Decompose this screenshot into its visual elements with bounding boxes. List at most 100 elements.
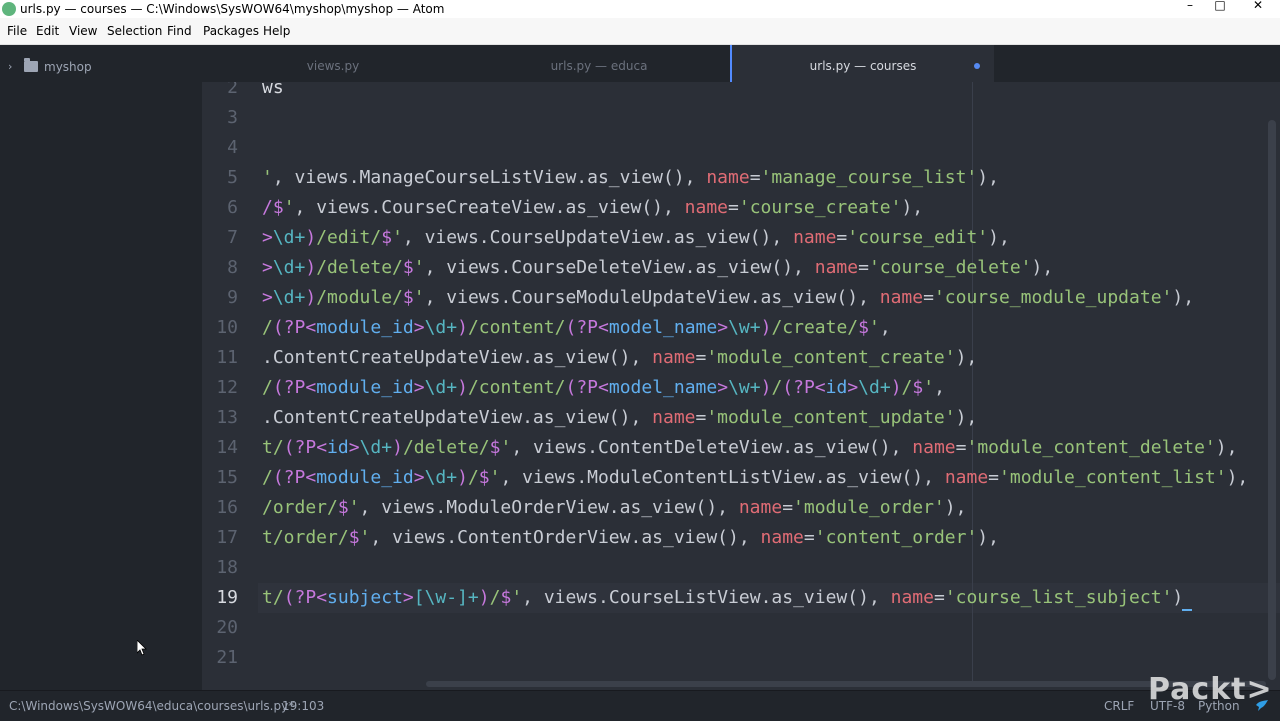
code-token: = bbox=[695, 347, 707, 368]
minimize-icon[interactable]: – bbox=[1177, 0, 1203, 11]
code-token: ), bbox=[901, 197, 924, 218]
tab-urls-py-courses[interactable]: urls.py — courses bbox=[730, 45, 994, 82]
code-token: , views.CourseUpdateView.as_view(), bbox=[402, 227, 794, 248]
code-token: , views.ManageCourseListView.as_view(), bbox=[272, 167, 707, 188]
menu-packages[interactable]: Packages bbox=[203, 24, 259, 38]
file-path[interactable]: C:\Windows\SysWOW64\educa\courses\urls.p… bbox=[9, 699, 294, 713]
menu-file[interactable]: File bbox=[7, 24, 27, 38]
code-token: ' bbox=[262, 167, 273, 188]
vertical-scrollbar[interactable] bbox=[1268, 120, 1276, 680]
code-token: ' bbox=[500, 437, 512, 458]
line-number: 16 bbox=[216, 497, 238, 518]
code-line[interactable]: ', views.ManageCourseListView.as_view(),… bbox=[262, 167, 999, 188]
tab-urls-py-educa[interactable]: urls.py — educa bbox=[468, 45, 730, 82]
code-token: 'course_list_subject' bbox=[944, 587, 1173, 608]
modified-indicator-icon[interactable] bbox=[974, 63, 980, 69]
code-token: \d+ bbox=[359, 437, 393, 458]
tab-label: views.py bbox=[306, 59, 360, 73]
line-number: 7 bbox=[227, 227, 238, 248]
code-token: $ bbox=[348, 527, 360, 548]
menu-edit[interactable]: Edit bbox=[36, 24, 59, 38]
chevron-right-icon[interactable]: › bbox=[8, 59, 18, 75]
code-token: module_id bbox=[316, 467, 414, 488]
code-line[interactable]: /$', views.CourseCreateView.as_view(), n… bbox=[262, 197, 923, 218]
code-token: [\w-]+ bbox=[413, 587, 479, 608]
maximize-icon[interactable]: □ bbox=[1207, 0, 1233, 11]
code-line[interactable]: t/(?P<id>\d+)/delete/$', views.ContentDe… bbox=[262, 437, 1237, 458]
code-line[interactable]: t/(?P<subject>[\w-]+)/$', views.CourseLi… bbox=[262, 587, 1183, 608]
code-token: (?P< bbox=[565, 317, 609, 338]
code-token: model_name bbox=[608, 317, 718, 338]
code-token: name bbox=[652, 347, 696, 368]
code-token: $ bbox=[858, 317, 869, 338]
code-line[interactable]: >\d+)/edit/$', views.CourseUpdateView.as… bbox=[262, 227, 1010, 248]
code-token: .ContentCreateUpdateView.as_view(), bbox=[262, 407, 653, 428]
code-token: ) bbox=[457, 467, 468, 488]
code-token: / bbox=[262, 467, 273, 488]
code-line[interactable]: /(?P<module_id>\d+)/content/(?P<model_na… bbox=[262, 377, 945, 398]
close-icon[interactable]: ✕ bbox=[1236, 0, 1280, 11]
code-token: , views.ModuleOrderView.as_view(), bbox=[359, 497, 739, 518]
line-ending-selector[interactable]: CRLF bbox=[1104, 699, 1134, 713]
menu-view[interactable]: View bbox=[69, 24, 97, 38]
code-line[interactable]: /order/$', views.ModuleOrderView.as_view… bbox=[262, 497, 966, 518]
line-number: 8 bbox=[227, 257, 238, 278]
code-token: ), bbox=[1226, 467, 1249, 488]
tab-views-py[interactable]: views.py bbox=[202, 45, 464, 82]
code-token: / bbox=[489, 587, 501, 608]
code-token: > bbox=[348, 437, 360, 458]
code-token: subject bbox=[327, 587, 403, 608]
code-token: = bbox=[803, 527, 815, 548]
atom-app-icon bbox=[2, 2, 16, 16]
code-line[interactable]: ws bbox=[262, 82, 284, 98]
code-line[interactable]: /(?P<module_id>\d+)/content/(?P<model_na… bbox=[262, 317, 891, 338]
code-token: /content/ bbox=[467, 317, 566, 338]
code-token: ), bbox=[1031, 257, 1054, 278]
code-token: / bbox=[467, 467, 479, 488]
code-token: > bbox=[717, 377, 729, 398]
code-token: , views.ContentOrderView.as_view(), bbox=[370, 527, 761, 548]
code-token: 'module_content_update' bbox=[706, 407, 956, 428]
code-token: name bbox=[738, 497, 783, 518]
menu-selection[interactable]: Selection bbox=[107, 24, 162, 38]
line-number: 11 bbox=[216, 347, 238, 368]
code-token: ), bbox=[955, 347, 978, 368]
code-token: , bbox=[879, 317, 891, 338]
code-token: ), bbox=[977, 527, 999, 548]
code-token: / bbox=[771, 377, 783, 398]
menu-help[interactable]: Help bbox=[263, 24, 290, 38]
cursor-position[interactable]: 19:103 bbox=[282, 699, 324, 713]
code-token: $ bbox=[912, 377, 924, 398]
code-token: , views.CourseDeleteView.as_view(), bbox=[424, 257, 815, 278]
code-line[interactable]: /(?P<module_id>\d+)/$', views.ModuleCont… bbox=[262, 467, 1248, 488]
mouse-pointer-icon bbox=[137, 640, 147, 656]
code-token: ), bbox=[977, 167, 999, 188]
code-line[interactable]: t/order/$', views.ContentOrderView.as_vi… bbox=[262, 527, 999, 548]
code-line[interactable]: .ContentCreateUpdateView.as_view(), name… bbox=[262, 347, 977, 368]
code-token: > bbox=[402, 587, 414, 608]
code-token: $ bbox=[381, 227, 393, 248]
code-editor[interactable]: 2 3 4 5 6 7 8 9 10 11 12 13 14 15 16 17 18 19 20 21 ws ', vi… bbox=[202, 82, 1280, 690]
code-token: > bbox=[262, 227, 273, 248]
code-token: = bbox=[988, 467, 1000, 488]
code-line[interactable]: .ContentCreateUpdateView.as_view(), name… bbox=[262, 407, 977, 428]
code-token: \w+ bbox=[728, 377, 761, 398]
code-token: $ bbox=[478, 467, 490, 488]
code-token: , views.CourseListView.as_view(), bbox=[522, 587, 891, 608]
line-number: 9 bbox=[227, 287, 238, 308]
code-token: ' bbox=[413, 287, 425, 308]
menu-find[interactable]: Find bbox=[167, 24, 192, 38]
horizontal-scrollbar[interactable] bbox=[426, 681, 1266, 687]
code-token: ) bbox=[305, 287, 317, 308]
code-token: , views.CourseModuleUpdateView.as_view()… bbox=[424, 287, 880, 308]
code-token: name bbox=[684, 197, 729, 218]
line-number: 6 bbox=[227, 197, 238, 218]
code-token: 'content_order' bbox=[814, 527, 978, 548]
code-token: ) bbox=[760, 317, 772, 338]
code-line[interactable]: >\d+)/module/$', views.CourseModuleUpdat… bbox=[262, 287, 1194, 308]
code-token: > bbox=[413, 377, 425, 398]
vertical-scrollbar-thumb[interactable] bbox=[1268, 120, 1276, 680]
code-line[interactable]: >\d+)/delete/$', views.CourseDeleteView.… bbox=[262, 257, 1053, 278]
line-number: 10 bbox=[216, 317, 238, 338]
code-token: ) bbox=[1172, 587, 1184, 608]
